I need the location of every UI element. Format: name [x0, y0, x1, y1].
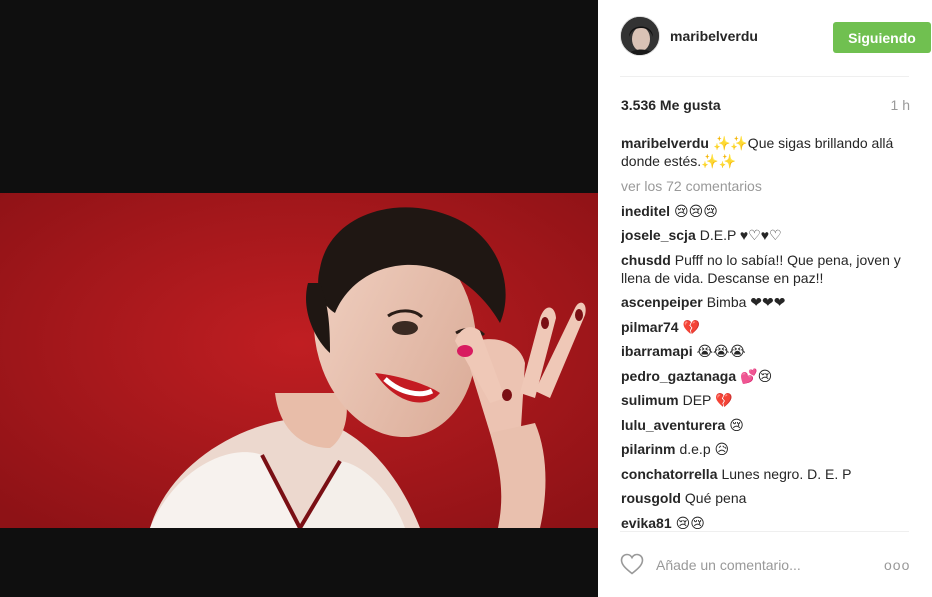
comment-item: pilarinm d.e.p 😥 — [621, 440, 911, 458]
post-author-username[interactable]: maribelverdu — [670, 28, 758, 44]
more-options-icon[interactable]: ooo — [884, 558, 910, 572]
comment-username[interactable]: rousgold — [621, 490, 681, 506]
comment-text: D.E.P ♥♡♥♡ — [699, 227, 782, 243]
comment-text: 😢😢😢 — [674, 202, 718, 219]
comment-username[interactable]: pedro_gaztanaga — [621, 368, 736, 384]
comment-username[interactable]: josele_scja — [621, 227, 696, 243]
avatar-image — [621, 17, 659, 55]
post-photo[interactable] — [0, 193, 598, 528]
comment-username[interactable]: pilarinm — [621, 441, 675, 457]
comment-username[interactable]: ineditel — [621, 203, 670, 219]
comment-item: ascenpeiper Bimba ❤❤❤ — [621, 293, 911, 311]
comment-text: 😭😭😭 — [696, 343, 746, 359]
comment-username[interactable]: ibarramapi — [621, 343, 693, 359]
likes-count[interactable]: 3.536 Me gusta — [621, 97, 721, 113]
actions-divider — [620, 531, 909, 532]
comment-item: ibarramapi 😭😭😭 — [621, 342, 911, 360]
comment-text: 💕😢 — [740, 367, 773, 384]
portrait-image — [0, 193, 598, 528]
post-media[interactable] — [0, 0, 598, 597]
avatar[interactable] — [620, 16, 660, 56]
post-sidebar: maribelverdu Siguiendo 3.536 Me gusta 1 … — [598, 0, 932, 597]
comment-item: conchatorrella Lunes negro. D. E. P — [621, 465, 911, 483]
comment-text: d.e.p 😥 — [679, 441, 730, 457]
comment-item: rousgold Qué pena — [621, 489, 911, 507]
comment-item: pedro_gaztanaga 💕😢 — [621, 367, 911, 385]
view-all-comments-link[interactable]: ver los 72 comentarios — [621, 177, 911, 195]
comment-username[interactable]: lulu_aventurera — [621, 417, 725, 433]
comment-item: sulimum DEP 💔 — [621, 391, 911, 409]
comment-item: josele_scja D.E.P ♥♡♥♡ — [621, 226, 911, 244]
comment-item: ineditel 😢😢😢 — [621, 202, 911, 220]
comment-item: pilmar74 💔 — [621, 318, 911, 336]
comment-item: chusdd Pufff no lo sabía!! Que pena, jove… — [621, 251, 911, 287]
comment-username[interactable]: evika81 — [621, 515, 672, 531]
comment-text: Bimba ❤❤❤ — [706, 294, 786, 310]
post-header: maribelverdu Siguiendo — [620, 16, 931, 60]
comment-text: Lunes negro. D. E. P — [721, 465, 852, 482]
comment-username[interactable]: ascenpeiper — [621, 294, 703, 310]
post-timestamp[interactable]: 1 h — [891, 97, 910, 113]
following-button[interactable]: Siguiendo — [833, 22, 931, 53]
comment-username[interactable]: conchatorrella — [621, 466, 717, 482]
comment-username[interactable]: chusdd — [621, 252, 671, 268]
heart-outline-icon[interactable] — [620, 553, 644, 575]
comment-text: 😢😢 — [675, 514, 705, 531]
comment-item: lulu_aventurera 😢 — [621, 416, 911, 434]
comment-text: 💔 — [682, 318, 701, 335]
comment-username[interactable]: sulimum — [621, 392, 679, 408]
comment-username[interactable]: pilmar74 — [621, 319, 679, 335]
caption: maribelverdu ✨✨Que sigas brillando allá d… — [621, 134, 911, 170]
add-comment-input[interactable] — [656, 555, 866, 575]
comment-text: DEP 💔 — [682, 392, 733, 408]
comment-item: evika81 😢😢 — [621, 514, 911, 531]
comments-list[interactable]: maribelverdu ✨✨Que sigas brillando allá d… — [621, 134, 911, 530]
comment-text: 😢 — [729, 416, 744, 433]
comment-text: Qué pena — [684, 490, 747, 506]
header-divider — [620, 76, 909, 77]
caption-username[interactable]: maribelverdu — [621, 135, 709, 151]
